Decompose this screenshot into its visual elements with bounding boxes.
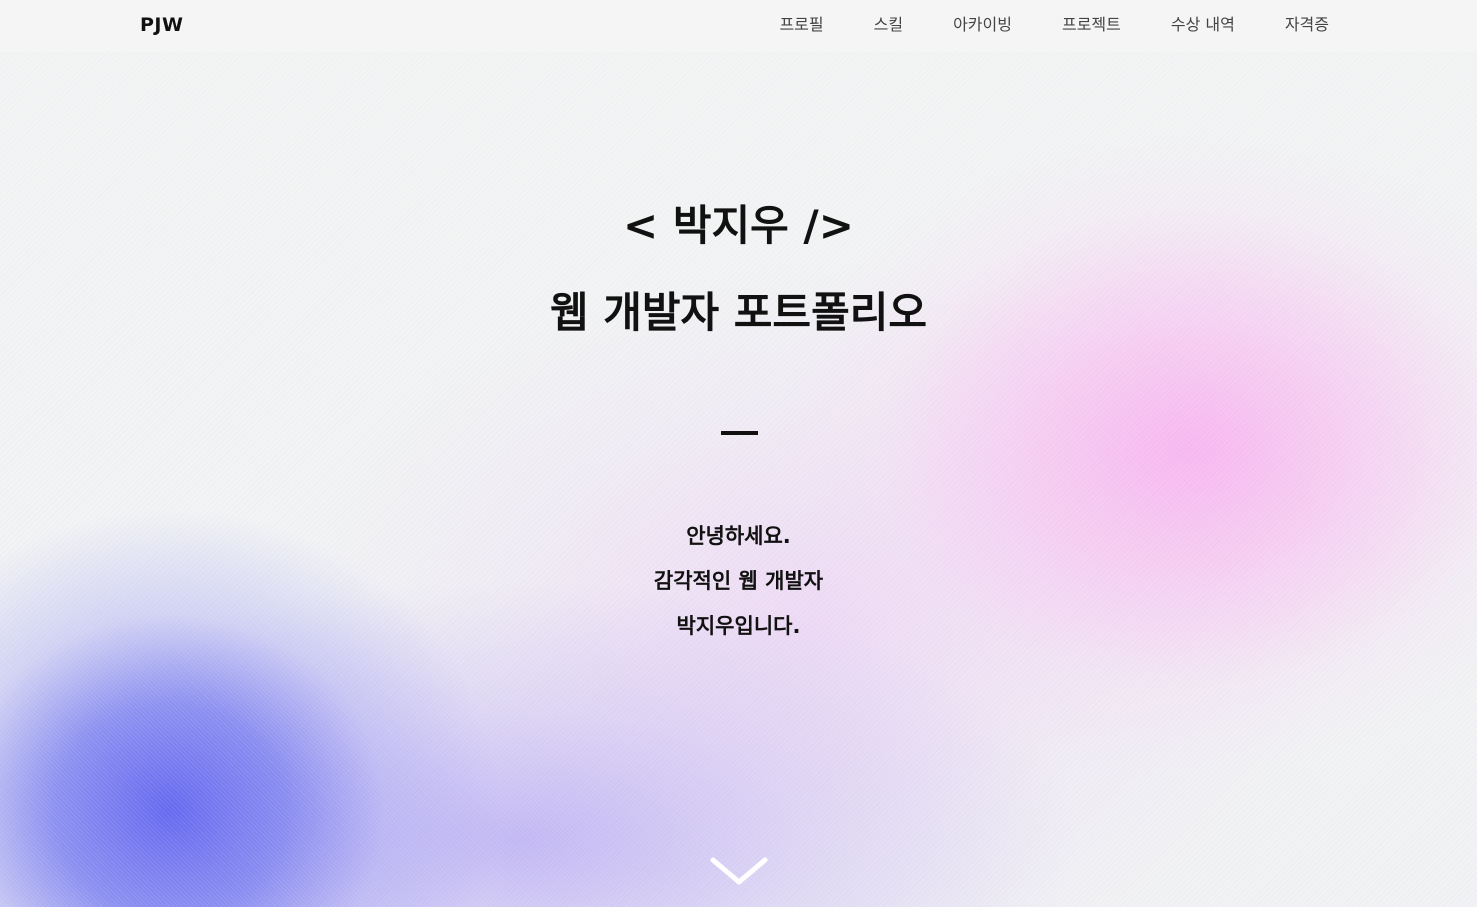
nav-item-archiving[interactable]: 아카이빙 <box>953 15 1012 35</box>
nav-item-projects[interactable]: 프로젝트 <box>1062 15 1121 35</box>
intro-line: 박지우입니다. <box>676 614 801 638</box>
nav-item-certificates[interactable]: 자격증 <box>1285 15 1329 35</box>
hero-divider <box>721 431 758 435</box>
hero-section: < 박지우 /> 웹 개발자 포트폴리오 안녕하세요. 감각적인 웹 개발자 박… <box>0 0 1477 907</box>
intro-line: 감각적인 웹 개발자 <box>653 569 824 593</box>
site-logo[interactable]: PJW <box>140 14 183 36</box>
intro-line: 안녕하세요. <box>686 524 791 548</box>
hero-subtitle: 웹 개발자 포트폴리오 <box>549 288 927 337</box>
site-header: PJW 프로필 스킬 아카이빙 프로젝트 수상 내역 자격증 <box>0 0 1477 52</box>
scroll-down-button[interactable] <box>709 856 769 888</box>
hero-name: < 박지우 /> <box>623 201 854 250</box>
main-nav: 프로필 스킬 아카이빙 프로젝트 수상 내역 자격증 <box>729 15 1329 35</box>
nav-item-skills[interactable]: 스킬 <box>874 15 903 35</box>
nav-item-profile[interactable]: 프로필 <box>779 15 823 35</box>
hero-intro: 안녕하세요. 감각적인 웹 개발자 박지우입니다. <box>0 514 1477 649</box>
nav-item-awards[interactable]: 수상 내역 <box>1171 15 1235 35</box>
chevron-down-icon <box>710 857 768 885</box>
